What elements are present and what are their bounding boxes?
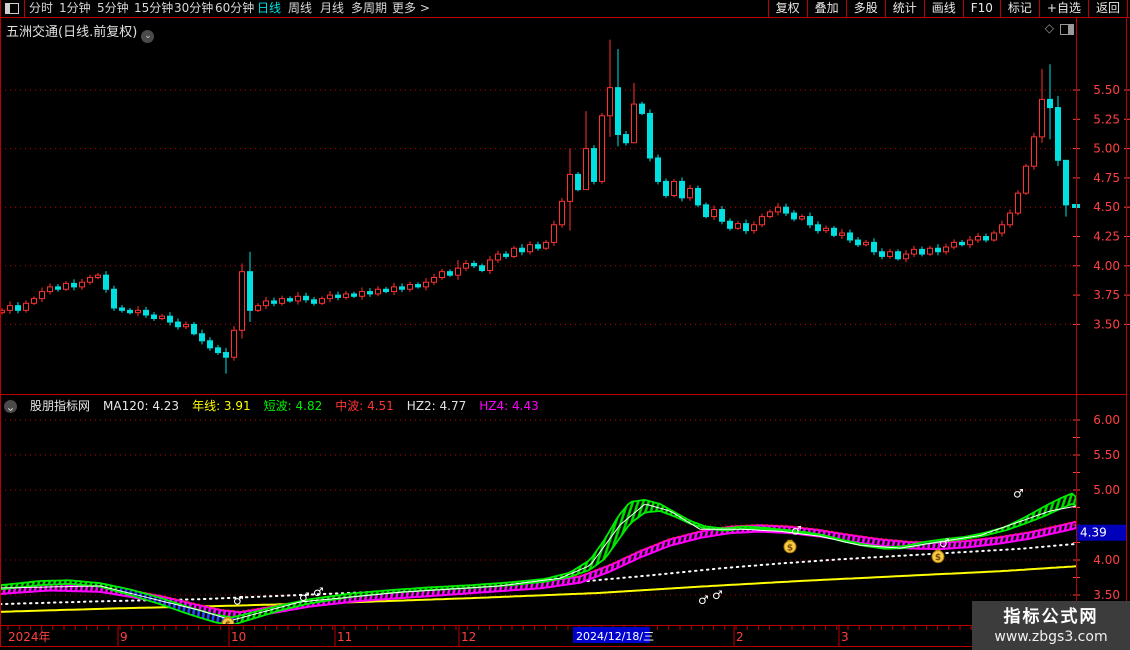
date-label: 12 bbox=[461, 630, 476, 644]
main-axis-label: 3.75 bbox=[1093, 288, 1120, 302]
main-axis-label: 4.50 bbox=[1093, 200, 1120, 214]
indicator-field-3: 短波: 4.82 bbox=[263, 398, 323, 413]
money-bag-icon: $ bbox=[931, 549, 945, 564]
date-axis: 2024年 9 10 11 12 2 3 2024/12/18/三 bbox=[7, 626, 1076, 646]
mars-marker: ♂ bbox=[791, 524, 802, 538]
svg-text:$: $ bbox=[935, 553, 941, 563]
indicator-axis-label: 3.50 bbox=[1093, 588, 1120, 602]
date-label: 11 bbox=[337, 630, 352, 644]
mars-marker: ♂ bbox=[698, 593, 709, 607]
indicator-axis-label: 6.00 bbox=[1093, 413, 1120, 427]
app-window: 分时 1分钟 5分钟 15分钟 30分钟 60分钟 日线 周线 月线 多周期 更多 > 复权 叠加 多股… bbox=[0, 0, 1130, 650]
indicator-field-2: 年线: 3.91 bbox=[192, 398, 251, 413]
main-axis-label: 4.00 bbox=[1093, 259, 1120, 273]
date-label: 10 bbox=[231, 630, 246, 644]
indicator-plot[interactable]: ♂ ♂ ♂♂ ♂♂♂♂$$$ bbox=[0, 419, 1076, 630]
money-bag-icon: $ bbox=[783, 539, 797, 554]
main-axis-label: 4.75 bbox=[1093, 171, 1120, 185]
main-axis-label: 5.25 bbox=[1093, 112, 1120, 126]
indicator-field-4: 中波: 4.51 bbox=[335, 398, 394, 413]
indicator-field-6: HZ4: 4.43 bbox=[479, 398, 539, 413]
mars-marker: ♂ bbox=[712, 588, 723, 602]
mars-marker: ♂ bbox=[939, 536, 950, 550]
main-gridlines bbox=[0, 89, 1076, 325]
indicator-source-label: 股朋指标网 bbox=[30, 398, 91, 413]
svg-text:$: $ bbox=[787, 543, 793, 553]
date-label: 2024年 bbox=[8, 630, 51, 644]
indicator-field-1: MA120: 4.23 bbox=[103, 398, 180, 413]
main-axis-label: 4.25 bbox=[1093, 230, 1120, 244]
indicator-axis-label: 5.50 bbox=[1093, 448, 1120, 462]
main-axis-label: 5.50 bbox=[1093, 83, 1120, 97]
selected-date-text: 2024/12/18/三 bbox=[576, 630, 654, 643]
chart-canvas[interactable]: 5.505.255.004.754.504.254.003.753.50♂ ♂ ♂♂… bbox=[0, 0, 1130, 650]
mars-marker: ♂ bbox=[1013, 487, 1024, 501]
indicator-header: ⌄ 股朋指标网 MA120: 4.23 年线: 3.91 短波: 4.82 中波: 4… bbox=[4, 398, 539, 414]
main-axis-label: 5.00 bbox=[1093, 142, 1120, 156]
chevron-down-icon[interactable]: ⌄ bbox=[4, 399, 17, 414]
watermark: 指标公式网 www.zbgs3.com bbox=[972, 601, 1130, 650]
indicator-field-5: HZ2: 4.77 bbox=[406, 398, 467, 413]
price-tag-text: 4.39 bbox=[1080, 526, 1107, 540]
mars-marker: ♂ bbox=[233, 594, 244, 608]
indicator-price-axis: 6.00 5.50 5.00 4.00 3.50 4.39 bbox=[1073, 413, 1126, 602]
mars-marker: ♂ bbox=[299, 590, 310, 604]
watermark-url: www.zbgs3.com bbox=[994, 628, 1108, 645]
indicator-axis-label: 5.00 bbox=[1093, 483, 1120, 497]
mars-marker: ♂ bbox=[313, 585, 324, 599]
indicator-axis-label: 4.00 bbox=[1093, 553, 1120, 567]
date-label: 2 bbox=[736, 630, 744, 644]
main-axis-label: 3.50 bbox=[1093, 317, 1120, 331]
main-price-axis: 5.50 5.25 5.00 4.75 4.50 4.25 4.00 3.75 3.50 bbox=[1072, 83, 1130, 331]
date-label: 9 bbox=[120, 630, 128, 644]
watermark-title: 指标公式网 bbox=[1003, 606, 1099, 627]
date-label: 3 bbox=[841, 630, 849, 644]
